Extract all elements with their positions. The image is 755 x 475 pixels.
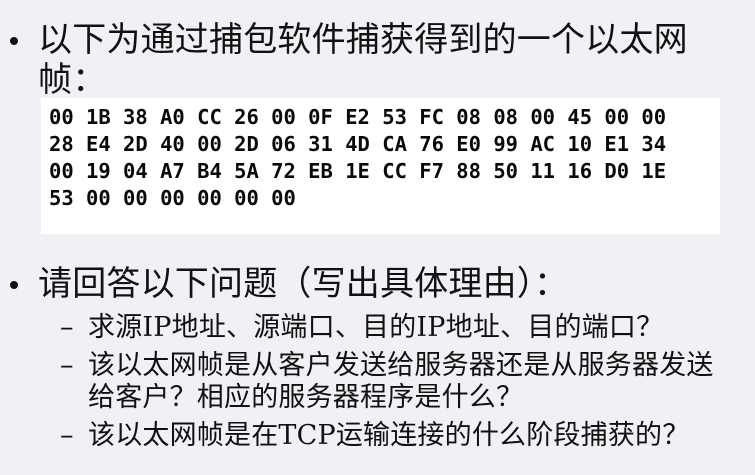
hex-frame-box: 00 1B 38 A0 CC 26 00 0F E2 53 FC 08 08 0… <box>41 98 720 234</box>
hex-line: 28 E4 2D 40 00 2D 06 31 4D CA 76 E0 99 A… <box>49 132 667 156</box>
bullet-dot-icon <box>10 281 18 289</box>
hex-line: 53 00 00 00 00 00 00 <box>49 186 296 210</box>
question-text: 求源IP地址、源端口、目的IP地址、目的端口？ <box>88 312 664 343</box>
hex-line: 00 19 04 A7 B4 5A 72 EB 1E CC F7 88 50 1… <box>49 159 667 183</box>
question-item: – 该以太网帧是从客户发送给服务器还是从服务器发送给客户？相应的服务器程序是什么… <box>60 350 750 414</box>
bullet-questions: 请回答以下问题（写出具体理由）： <box>10 264 568 304</box>
question-list: – 求源IP地址、源端口、目的IP地址、目的端口？ – 该以太网帧是从客户发送给… <box>60 312 750 458</box>
question-item: – 该以太网帧是在TCP运输连接的什么阶段捕获的？ <box>60 420 750 452</box>
bullet-questions-text: 请回答以下问题（写出具体理由）： <box>38 264 569 304</box>
hex-line: 00 1B 38 A0 CC 26 00 0F E2 53 FC 08 08 0… <box>49 105 667 129</box>
bullet-dot-icon <box>10 37 18 45</box>
bullet-intro-text: 以下为通过捕包软件捕获得到的一个以太网帧： <box>38 20 688 100</box>
question-text: 该以太网帧是在TCP运输连接的什么阶段捕获的？ <box>88 420 690 451</box>
dash-icon: – <box>60 420 74 451</box>
question-text: 该以太网帧是从客户发送给服务器还是从服务器发送给客户？相应的服务器程序是什么？ <box>88 350 714 413</box>
slide: 以下为通过捕包软件捕获得到的一个以太网帧： 00 1B 38 A0 CC 26 … <box>0 0 755 475</box>
bullet-intro: 以下为通过捕包软件捕获得到的一个以太网帧： <box>10 20 728 100</box>
question-item: – 求源IP地址、源端口、目的IP地址、目的端口？ <box>60 312 750 344</box>
dash-icon: – <box>60 312 74 343</box>
dash-icon: – <box>60 350 74 381</box>
